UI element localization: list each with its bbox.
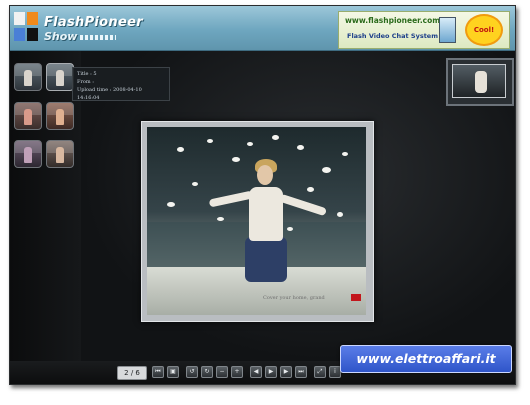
brand-title: FlashPioneer: [44, 15, 143, 30]
fullscreen-icon[interactable]: ⤢: [314, 366, 326, 378]
play-icon[interactable]: ▶: [265, 366, 277, 378]
previous-icon[interactable]: ◀: [250, 366, 262, 378]
ad-badge[interactable]: Cool!: [467, 16, 501, 44]
thumbnail[interactable]: [14, 102, 42, 130]
thumbnail[interactable]: [46, 102, 74, 130]
brand-tag: [351, 294, 361, 301]
page-indicator[interactable]: 2 / 6: [117, 366, 147, 380]
ad-url[interactable]: www.flashpioneer.com: [345, 16, 440, 25]
product-box-icon: [439, 17, 456, 43]
zoom-out-icon[interactable]: −: [216, 366, 228, 378]
thumbnail[interactable]: [14, 63, 42, 91]
logo-icon: [14, 12, 40, 44]
app-window: FlashPioneer Show www.flashpioneer.com F…: [9, 5, 516, 385]
advertisement-banner[interactable]: www.flashpioneer.com Flash Video Chat Sy…: [338, 11, 510, 49]
main-photo[interactable]: Cover your home, grand: [147, 127, 366, 315]
top-banner: FlashPioneer Show www.flashpioneer.com F…: [10, 6, 515, 51]
brand-subtitle: Show: [44, 30, 78, 43]
main-photo-frame: Cover your home, grand: [141, 121, 374, 322]
last-icon[interactable]: ⏭: [295, 366, 307, 378]
logo-stripes: [80, 35, 116, 40]
photo-caption: Cover your home, grand: [263, 295, 325, 301]
tooltip-upload-time: Upload time : 2008-04-10 14:16:04: [77, 87, 142, 101]
site-watermark: www.elettroaffari.it: [340, 345, 512, 373]
thumbnail[interactable]: [14, 140, 42, 168]
tooltip-title: Title : 5: [77, 71, 97, 77]
preview-thumbnail[interactable]: [446, 58, 514, 106]
next-icon[interactable]: ▶: [280, 366, 292, 378]
photo-info-tooltip: Title : 5 From : Upload time : 2008-04-1…: [72, 67, 170, 101]
thumbnail[interactable]: [46, 63, 74, 91]
thumbnail[interactable]: [46, 140, 74, 168]
rotate-right-icon[interactable]: ↻: [201, 366, 213, 378]
fit-icon[interactable]: ▣: [167, 366, 179, 378]
rotate-left-icon[interactable]: ↺: [186, 366, 198, 378]
tooltip-from: From :: [77, 79, 94, 85]
zoom-in-icon[interactable]: +: [231, 366, 243, 378]
ad-description: Flash Video Chat System: [347, 32, 438, 40]
first-icon[interactable]: ⏮: [152, 366, 164, 378]
